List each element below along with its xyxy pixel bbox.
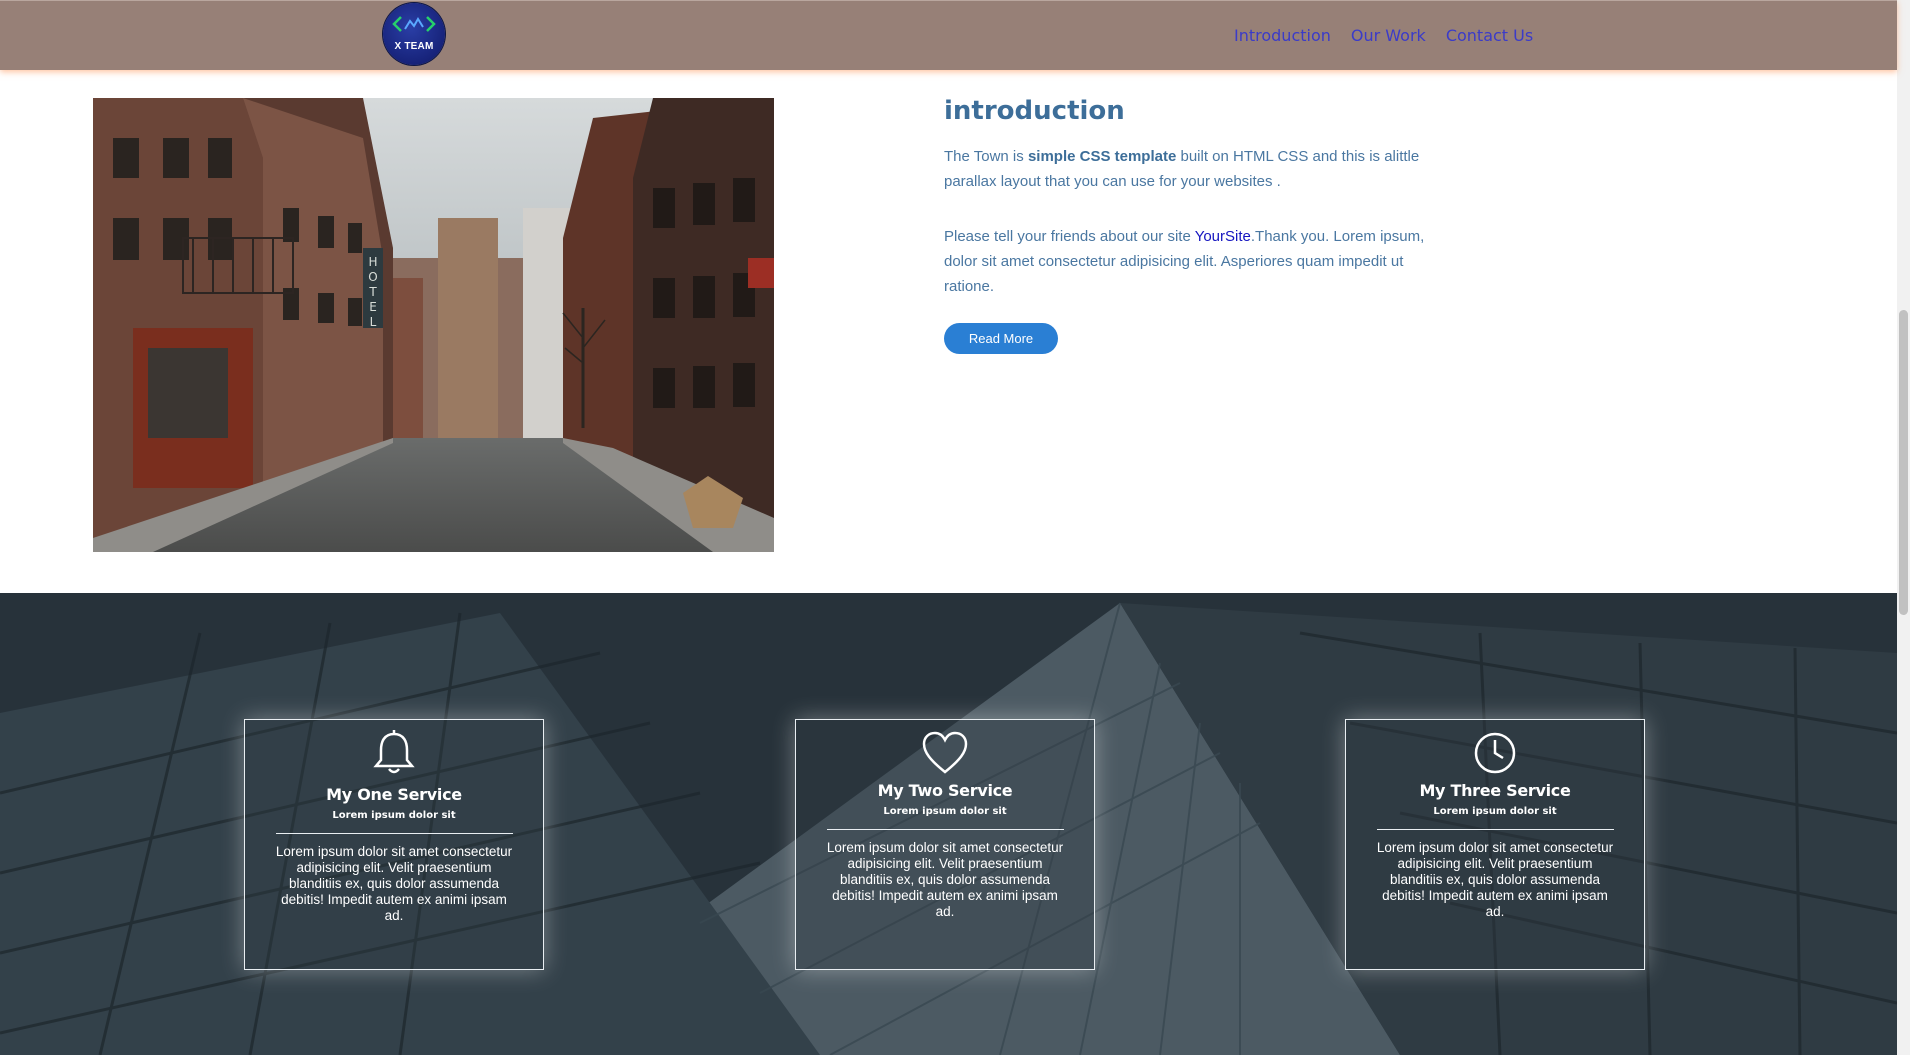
service-description: Lorem ipsum dolor sit amet consectetur a… (826, 840, 1064, 919)
page-scrollbar[interactable] (1897, 0, 1910, 1055)
yoursite-link[interactable]: YourSite (1195, 228, 1251, 245)
intro-paragraph-1: The Town is simple CSS template built on… (944, 144, 1429, 194)
intro-text: The Town is (944, 148, 1028, 165)
intro-text: Please tell your friends about our site (944, 228, 1195, 245)
svg-text:L: L (370, 315, 377, 329)
service-title: My One Service (326, 785, 462, 804)
service-title: My Two Service (877, 781, 1013, 800)
svg-text:H: H (368, 255, 377, 269)
heart-icon (922, 731, 968, 774)
scrollbar-thumb[interactable] (1899, 310, 1908, 615)
street-photo: H O T E L (93, 98, 774, 552)
service-subtitle: Lorem ipsum dolor sit (1433, 806, 1557, 817)
service-description: Lorem ipsum dolor sit amet consectetur a… (1376, 840, 1614, 919)
intro-paragraph-2: Please tell your friends about our site … (944, 224, 1429, 299)
divider (275, 833, 513, 834)
service-subtitle: Lorem ipsum dolor sit (332, 810, 456, 821)
service-card-1[interactable]: My One Service Lorem ipsum dolor sit Lor… (244, 719, 544, 970)
divider (826, 829, 1064, 830)
x-team-logo[interactable]: X TEAM (383, 3, 445, 65)
service-subtitle: Lorem ipsum dolor sit (883, 806, 1007, 817)
nav-links: Introduction Our Work Contact Us (1234, 26, 1553, 45)
svg-text:T: T (368, 285, 377, 299)
navbar: X TEAM Introduction Our Work Contact Us (0, 0, 1897, 70)
nav-link-our-work[interactable]: Our Work (1351, 26, 1426, 45)
bell-icon (373, 730, 415, 774)
service-card-3[interactable]: My Three Service Lorem ipsum dolor sit L… (1345, 719, 1645, 970)
service-card-2[interactable]: My Two Service Lorem ipsum dolor sit Lor… (795, 719, 1095, 970)
nav-link-introduction[interactable]: Introduction (1234, 26, 1331, 45)
clock-icon (1474, 732, 1516, 774)
read-more-button[interactable]: Read More (944, 323, 1058, 354)
services-section: My One Service Lorem ipsum dolor sit Lor… (0, 593, 1897, 1055)
svg-text:E: E (369, 300, 377, 314)
service-title: My Three Service (1419, 781, 1571, 800)
svg-text:O: O (368, 270, 377, 284)
intro-title: introduction (944, 96, 1125, 126)
nav-link-contact-us[interactable]: Contact Us (1446, 26, 1533, 45)
divider (1376, 829, 1614, 830)
intro-section: introduction The Town is simple CSS temp… (944, 96, 1429, 354)
intro-bold-text: simple CSS template (1027, 148, 1177, 165)
code-brackets-icon (392, 16, 436, 32)
logo-text: X TEAM (394, 41, 434, 52)
service-description: Lorem ipsum dolor sit amet consectetur a… (275, 844, 513, 923)
